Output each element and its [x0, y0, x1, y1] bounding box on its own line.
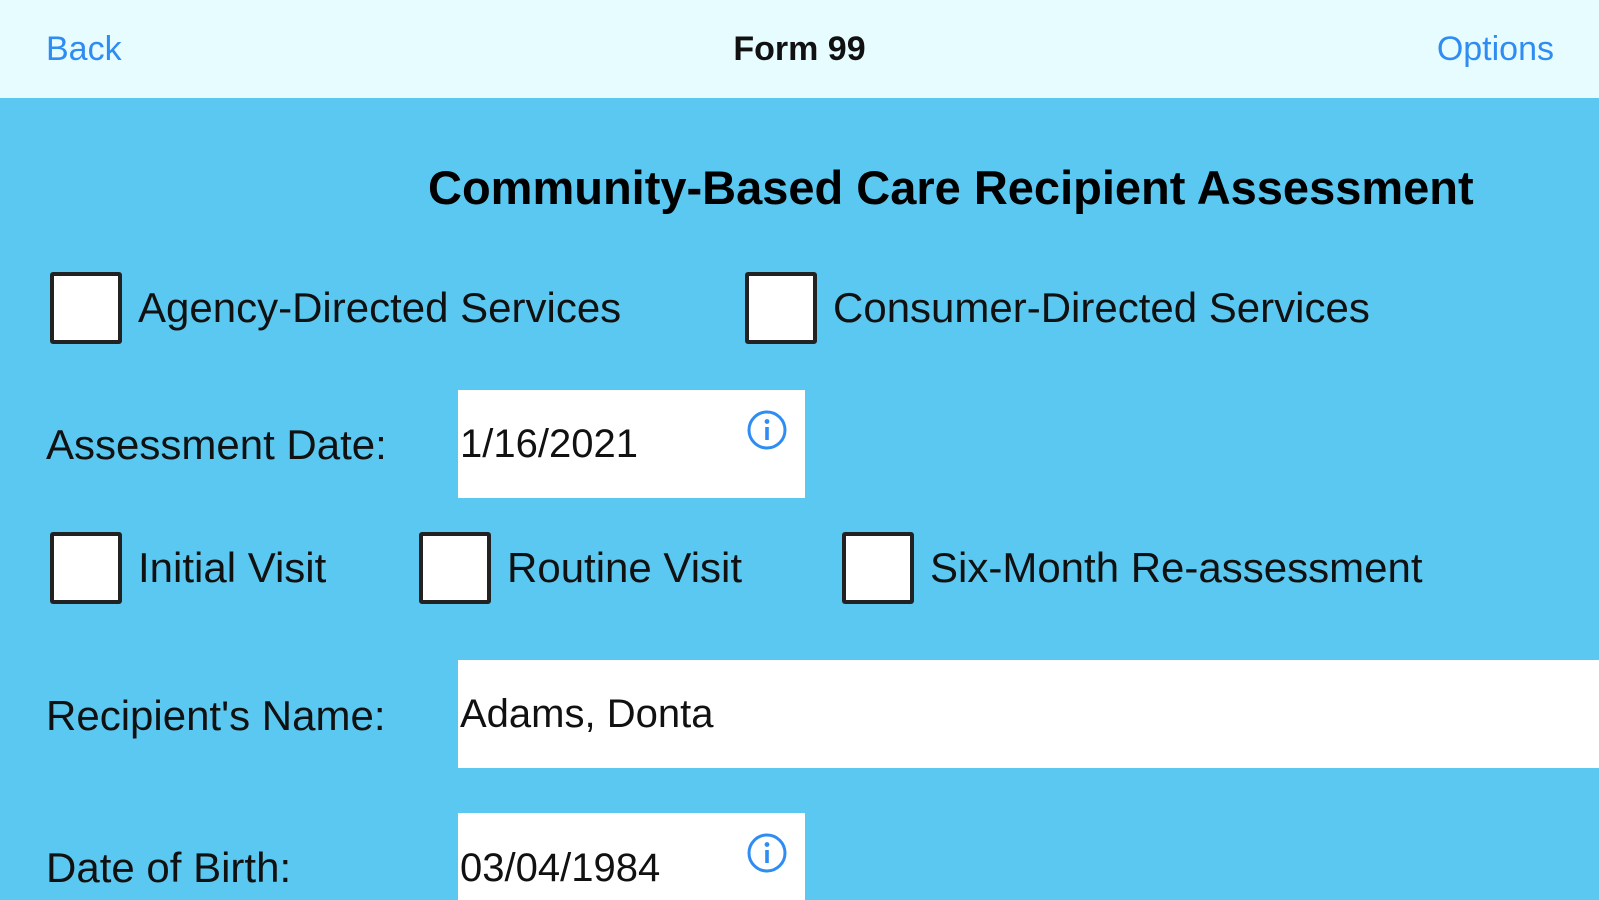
date-of-birth-value: 03/04/1984 — [460, 846, 661, 890]
info-icon[interactable] — [747, 410, 787, 450]
recipient-name-value: Adams, Donta — [460, 692, 714, 736]
options-button[interactable]: Options — [1437, 28, 1554, 70]
consumer-directed-option[interactable]: Consumer-Directed Services — [745, 272, 1370, 344]
form-title: Community-Based Care Recipient Assessmen… — [428, 161, 1474, 214]
recipient-name-label: Recipient's Name: — [46, 692, 386, 739]
nav-title: Form 99 — [733, 30, 866, 68]
navigation-bar: Back Form 99 Options — [0, 0, 1599, 98]
agency-directed-checkbox[interactable] — [50, 272, 122, 344]
info-icon[interactable] — [747, 833, 787, 873]
initial-visit-label: Initial Visit — [138, 544, 327, 591]
initial-visit-option[interactable]: Initial Visit — [50, 532, 326, 604]
recipient-name-field[interactable]: Adams, Donta — [458, 660, 1599, 768]
date-of-birth-field[interactable]: 03/04/1984 — [458, 813, 805, 900]
routine-visit-checkbox[interactable] — [419, 532, 491, 604]
assessment-date-value: 1/16/2021 — [460, 422, 638, 466]
form-content: Community-Based Care Recipient Assessmen… — [0, 98, 1599, 900]
routine-visit-option[interactable]: Routine Visit — [419, 532, 742, 604]
initial-visit-checkbox[interactable] — [50, 532, 122, 604]
date-of-birth-label: Date of Birth: — [46, 844, 292, 891]
consumer-directed-checkbox[interactable] — [745, 272, 817, 344]
assessment-date-label: Assessment Date: — [46, 421, 387, 468]
six-month-reassessment-label: Six-Month Re-assessment — [930, 544, 1423, 591]
routine-visit-label: Routine Visit — [507, 544, 743, 591]
assessment-date-field[interactable]: 1/16/2021 — [458, 390, 805, 498]
agency-directed-option[interactable]: Agency-Directed Services — [50, 272, 621, 344]
six-month-reassessment-checkbox[interactable] — [842, 532, 914, 604]
agency-directed-label: Agency-Directed Services — [138, 284, 622, 331]
six-month-reassessment-option[interactable]: Six-Month Re-assessment — [842, 532, 1423, 604]
consumer-directed-label: Consumer-Directed Services — [833, 284, 1370, 331]
